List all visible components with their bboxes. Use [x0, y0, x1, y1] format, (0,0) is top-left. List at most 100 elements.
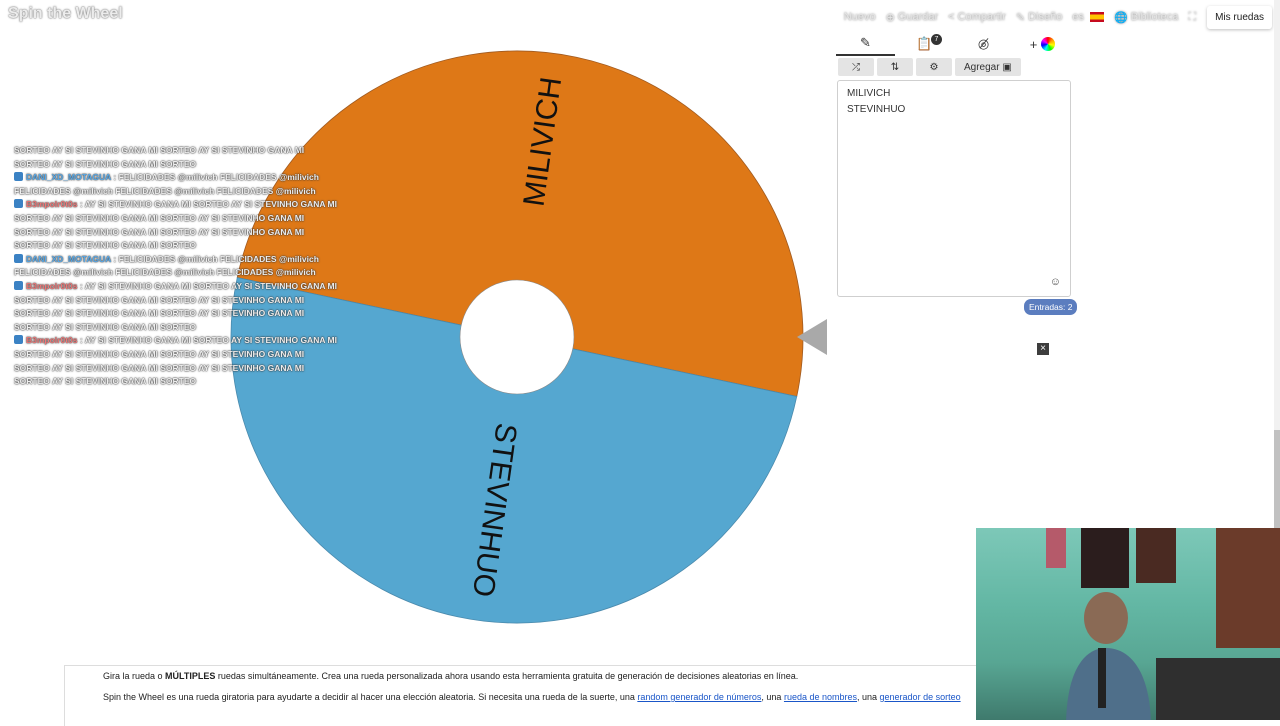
tab-add-wheel[interactable]: +: [1013, 32, 1072, 56]
image-icon: ▣: [1002, 61, 1012, 73]
wheel-center-hub[interactable]: [459, 279, 575, 395]
link-raffle-generator[interactable]: generador de sorteo: [880, 692, 961, 702]
save-icon: ⊕: [885, 11, 895, 24]
chat-username: B3mpolr0t0s: [26, 335, 78, 346]
chat-text: FELICIDADES @milivich FELICIDADES @miliv…: [14, 185, 316, 196]
pencil-icon: ✎: [860, 35, 871, 50]
badge-icon: [14, 280, 23, 290]
entries-count-badge: Entradas: 2: [1024, 299, 1078, 315]
globe-icon: 🌐: [1113, 11, 1128, 24]
share-icon: <: [948, 11, 955, 23]
nav-diseno[interactable]: ✎ Diseño: [1016, 11, 1062, 24]
chat-text: : FELICIDADES @milivich FELICIDADES @mil…: [113, 172, 319, 183]
chat-text: SORTEO AY SI STEVINHO GANA MI SORTEO: [14, 321, 197, 332]
chat-username: DANI_XD_MOTAGUA: [26, 253, 112, 264]
chat-message: SORTEO AY SI STEVINHO GANA MI SORTEO: [14, 321, 354, 335]
chat-text: SORTEO AY SI STEVINHO GANA MI SORTEO: [14, 158, 197, 169]
wall-poster: [1136, 528, 1176, 583]
chat-message: SORTEO AY SI STEVINHO GANA MI SORTEO AY …: [14, 294, 354, 308]
chat-text: SORTEO AY SI STEVINHO GANA MI SORTEO: [14, 240, 197, 251]
chat-message: SORTEO AY SI STEVINHO GANA MI SORTEO: [14, 158, 354, 172]
chat-text: SORTEO AY SI STEVINHO GANA MI SORTEO AY …: [14, 226, 305, 237]
pencil-icon: ✎: [1015, 11, 1026, 24]
chat-username: B3mpolr0t0s: [26, 280, 78, 291]
nav-guardar[interactable]: ⊕ Guardar: [886, 11, 939, 24]
mis-ruedas-button[interactable]: Mis ruedas: [1207, 5, 1272, 29]
chat-username: B3mpolr0t0s: [26, 199, 78, 210]
description-line-2: Spin the Wheel es una rueda giratoria pa…: [103, 692, 961, 702]
chat-text: : FELICIDADES @milivich FELICIDADES @mil…: [113, 253, 319, 264]
settings-button[interactable]: ⚙: [916, 58, 952, 76]
chat-message: B3mpolr0t0s : AY SI STEVINHO GANA MI SOR…: [14, 198, 354, 212]
wall-poster: [1046, 528, 1066, 568]
eye-slash-icon: ◎̸: [977, 36, 990, 51]
chat-text: SORTEO AY SI STEVINHO GANA MI SORTEO AY …: [14, 294, 305, 305]
wall-poster: [1216, 528, 1280, 648]
chat-text: SORTEO AY SI STEVINHO GANA MI SORTEO AY …: [14, 145, 305, 155]
chat-text: SORTEO AY SI STEVINHO GANA MI SORTEO AY …: [14, 348, 305, 359]
chat-text: SORTEO AY SI STEVINHO GANA MI SORTEO AY …: [14, 362, 305, 373]
smiley-icon[interactable]: ☺: [1050, 276, 1061, 288]
color-wheel-icon: [1041, 37, 1056, 51]
agregar-image-button[interactable]: Agregar ▣: [955, 58, 1021, 76]
chat-text: SORTEO AY SI STEVINHO GANA MI SORTEO: [14, 376, 197, 387]
nav-nuevo[interactable]: Nuevo: [844, 11, 876, 23]
entries-toolbar: ⤮ ⇅ ⚙ Agregar ▣: [838, 58, 1021, 76]
nav-biblioteca[interactable]: 🌐 Biblioteca: [1114, 11, 1178, 24]
chat-message: SORTEO AY SI STEVINHO GANA MI SORTEO AY …: [14, 144, 354, 158]
sort-button[interactable]: ⇅: [877, 58, 913, 76]
chat-message: B3mpolr0t0s : AY SI STEVINHO GANA MI SOR…: [14, 280, 354, 294]
panel-tabs: ✎ 📋 7 ◎̸ +: [836, 32, 1072, 56]
description-section: Gira la rueda o MÚLTIPLES ruedas simultá…: [64, 665, 977, 726]
chat-text: : AY SI STEVINHO GANA MI SORTEO AY SI ST…: [79, 199, 337, 210]
entry-item[interactable]: MILIVICH: [838, 86, 1070, 102]
nav-compartir[interactable]: < Compartir: [948, 11, 1006, 23]
chat-message: SORTEO AY SI STEVINHO GANA MI SORTEO: [14, 239, 354, 253]
chat-message: SORTEO AY SI STEVINHO GANA MI SORTEO AY …: [14, 212, 354, 226]
streamer-silhouette: [1066, 592, 1151, 720]
tab-edit[interactable]: ✎: [836, 32, 895, 56]
shuffle-button[interactable]: ⤮: [838, 58, 874, 76]
webcam-overlay: [976, 528, 1280, 720]
entries-textarea[interactable]: MILIVICH STEVINHUO ☺: [837, 80, 1071, 297]
chat-username: DANI_XD_MOTAGUA: [26, 172, 112, 183]
shuffle-icon: ⤮: [852, 61, 860, 73]
badge-icon: [14, 172, 23, 182]
chat-message: SORTEO AY SI STEVINHO GANA MI SORTEO AY …: [14, 348, 354, 362]
desk: [1156, 658, 1280, 720]
top-nav: Nuevo ⊕ Guardar < Compartir ✎ Diseño es 🌐 Bi…: [839, 0, 1280, 34]
chat-text: : AY SI STEVINHO GANA MI SORTEO AY SI ST…: [79, 335, 337, 346]
sort-icon: ⇅: [890, 61, 900, 73]
badge-icon: [14, 253, 23, 263]
close-icon[interactable]: ×: [1037, 343, 1049, 355]
link-number-generator[interactable]: random generador de números: [637, 692, 761, 702]
tab-hide[interactable]: ◎̸: [954, 32, 1013, 56]
agregar-label: Agregar: [964, 61, 1000, 73]
chat-text: : AY SI STEVINHO GANA MI SORTEO AY SI ST…: [79, 280, 337, 291]
link-name-wheel[interactable]: rueda de nombres: [784, 692, 857, 702]
chat-message: SORTEO AY SI STEVINHO GANA MI SORTEO AY …: [14, 307, 354, 321]
stream-chat-overlay: SORTEO AY SI STEVINHO GANA MI SORTEO AY …: [14, 144, 354, 389]
chat-message: FELICIDADES @milivich FELICIDADES @miliv…: [14, 185, 354, 199]
chat-text: FELICIDADES @milivich FELICIDADES @miliv…: [14, 267, 316, 278]
nav-language[interactable]: es: [1072, 11, 1104, 23]
chat-message: SORTEO AY SI STEVINHO GANA MI SORTEO AY …: [14, 362, 354, 376]
gear-icon: ⚙: [929, 61, 939, 73]
description-line-1: Gira la rueda o MÚLTIPLES ruedas simultá…: [103, 671, 799, 681]
chat-message: DANI_XD_MOTAGUA : FELICIDADES @milivich …: [14, 253, 354, 267]
plus-icon: +: [1029, 36, 1038, 52]
badge-icon: [14, 335, 23, 345]
chat-text: SORTEO AY SI STEVINHO GANA MI SORTEO AY …: [14, 308, 305, 319]
chat-message: SORTEO AY SI STEVINHO GANA MI SORTEO: [14, 375, 354, 389]
chat-message: FELICIDADES @milivich FELICIDADES @miliv…: [14, 266, 354, 280]
spain-flag-icon: [1089, 12, 1104, 22]
chat-message: SORTEO AY SI STEVINHO GANA MI SORTEO AY …: [14, 226, 354, 240]
tab-results[interactable]: 📋 7: [895, 32, 954, 56]
entry-item[interactable]: STEVINHUO: [838, 102, 1070, 118]
chat-message: DANI_XD_MOTAGUA : FELICIDADES @milivich …: [14, 171, 354, 185]
fullscreen-icon[interactable]: ⛶: [1188, 11, 1196, 24]
badge-icon: [14, 199, 23, 209]
results-badge: 7: [931, 34, 942, 45]
chat-message: B3mpolr0t0s : AY SI STEVINHO GANA MI SOR…: [14, 334, 354, 348]
scrollbar-thumb[interactable]: [1274, 430, 1280, 530]
